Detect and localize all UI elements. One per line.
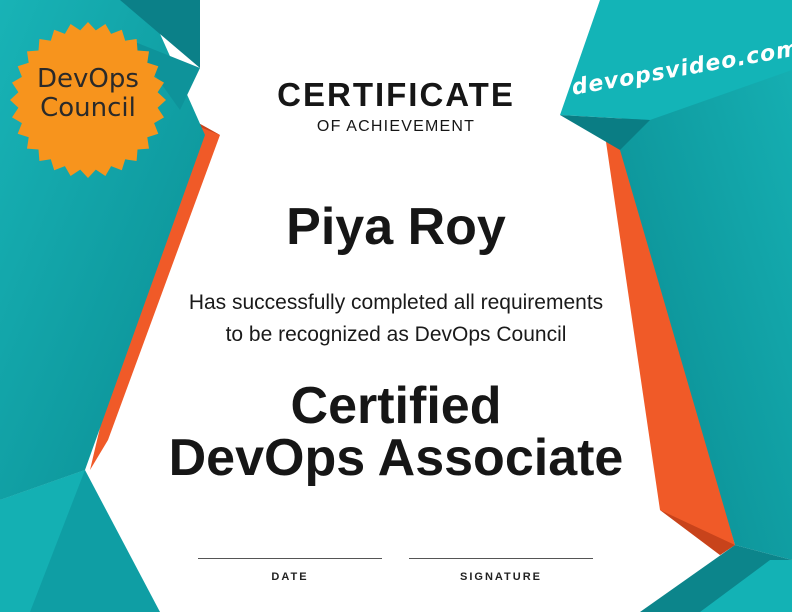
credential-line-2: DevOps Associate xyxy=(168,429,624,487)
credential-line-1: Certified xyxy=(290,377,502,435)
statement-line-2: to be recognized as DevOps Council xyxy=(225,323,567,346)
signature-line xyxy=(409,558,593,559)
signature-label: SIGNATURE xyxy=(460,571,542,583)
recipient-name: Piya Roy xyxy=(286,198,506,256)
date-label: DATE xyxy=(271,571,309,583)
certificate-subtitle: OF ACHIEVEMENT xyxy=(316,118,476,135)
certificate: DevOps Council devopsvideo.com CERTIFICA… xyxy=(0,0,792,612)
certificate-title: CERTIFICATE xyxy=(277,76,515,113)
statement-line-1: Has successfully completed all requireme… xyxy=(188,291,604,314)
date-line xyxy=(198,558,382,559)
